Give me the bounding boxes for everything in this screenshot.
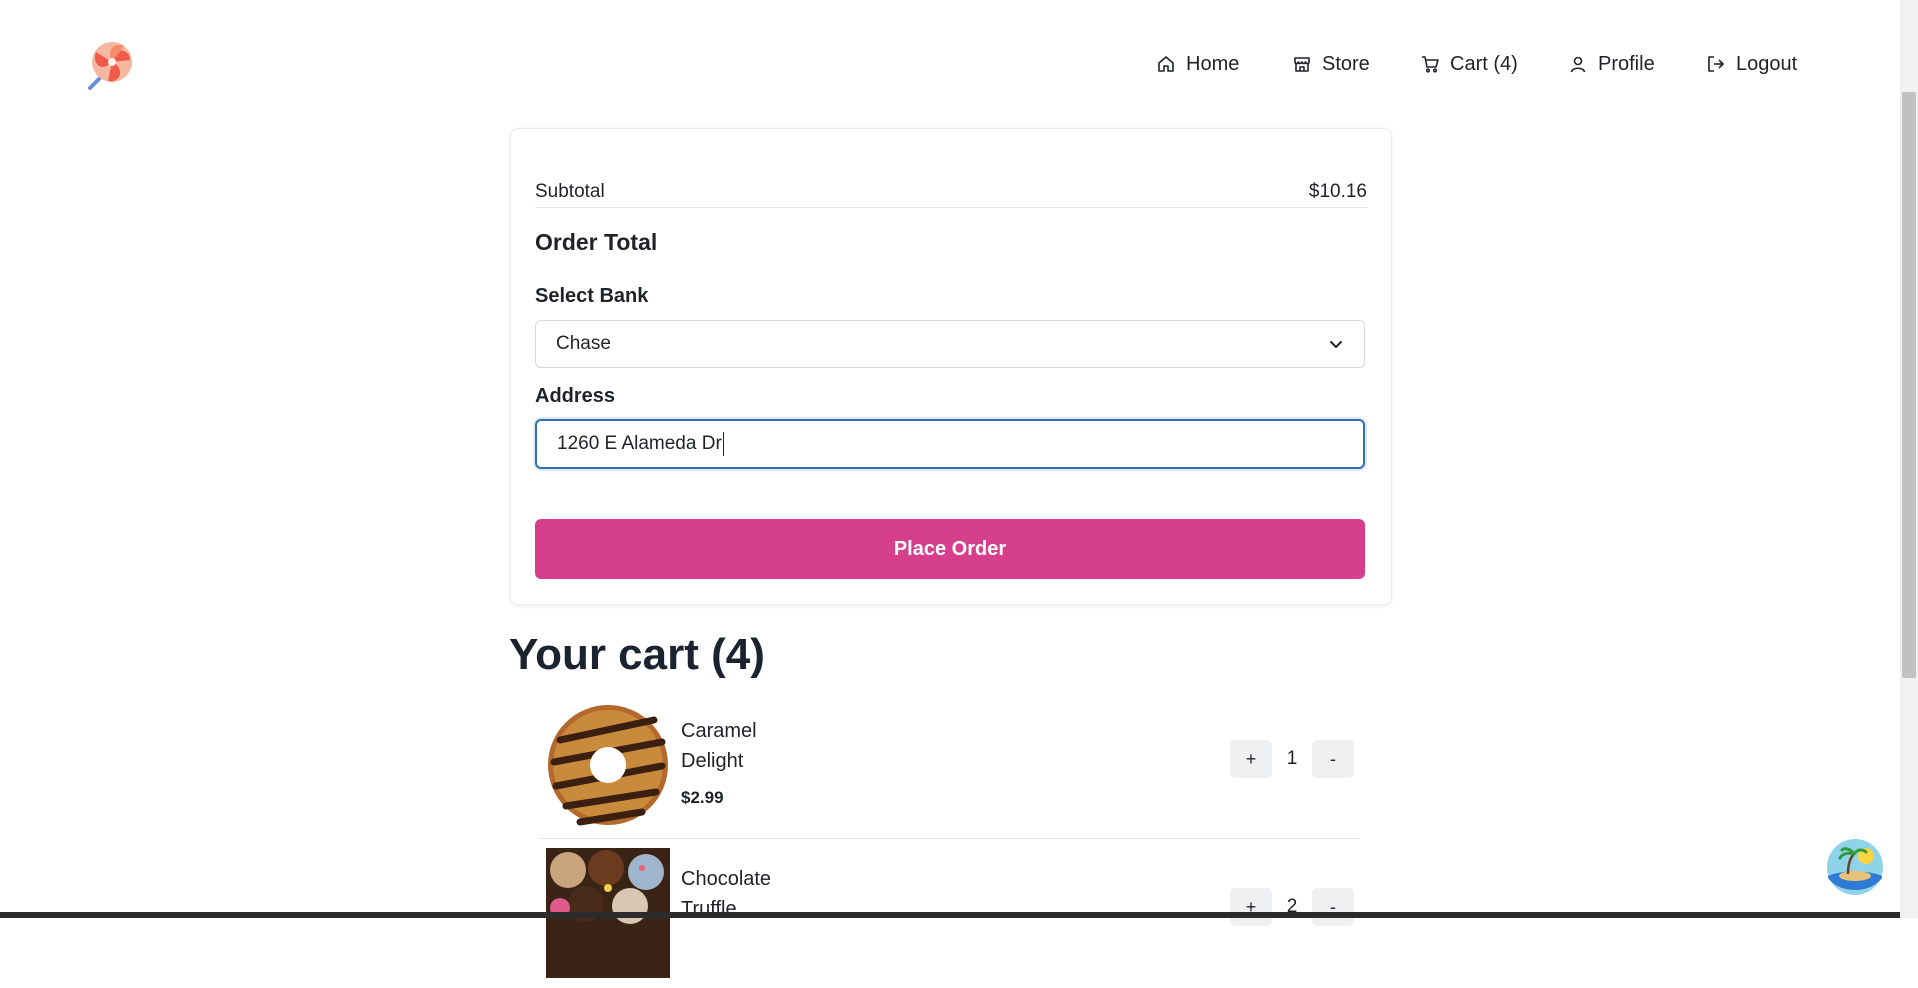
nav-profile-label: Profile — [1598, 52, 1655, 75]
subtotal-label: Subtotal — [535, 181, 605, 202]
home-icon — [1158, 56, 1174, 72]
item-price: $2.99 — [681, 788, 724, 807]
item-divider — [540, 838, 1360, 839]
nav-logout-label: Logout — [1736, 52, 1798, 75]
item-name: Caramel Delight — [681, 720, 757, 772]
cart-item: Chocolate Truffle + 2 - — [540, 848, 1360, 988]
bank-select[interactable]: Chase — [535, 320, 1365, 368]
nav-logout[interactable]: Logout — [1706, 48, 1797, 80]
nav-home-label: Home — [1186, 52, 1240, 75]
chevron-down-icon — [1330, 341, 1342, 348]
order-total-heading: Order Total — [535, 229, 658, 255]
nav-cart[interactable]: Cart (4) — [1420, 48, 1518, 80]
place-order-button[interactable]: Place Order — [535, 519, 1365, 579]
nav-store-label: Store — [1322, 52, 1370, 75]
increase-qty-button[interactable]: + — [1230, 740, 1272, 778]
user-icon — [1570, 56, 1586, 73]
text-caret — [722, 432, 724, 456]
bottom-edge-bar — [0, 912, 1900, 918]
decrease-qty-button[interactable]: - — [1312, 740, 1354, 778]
lollipop-logo[interactable] — [86, 38, 138, 90]
assistant-bubble-icon[interactable] — [1826, 838, 1884, 896]
store-icon — [1294, 57, 1310, 72]
cart-icon — [1422, 56, 1439, 73]
cart-title: Your cart (4) — [509, 630, 765, 679]
page-scrollbar[interactable] — [1900, 0, 1918, 918]
scrollbar-thumb[interactable] — [1902, 92, 1916, 678]
bank-label: Select Bank — [535, 285, 649, 307]
cart-item: Caramel Delight $2.99 + 1 - — [540, 700, 1360, 840]
nav-cart-label: Cart (4) — [1450, 52, 1518, 75]
decrease-qty-button[interactable]: - — [1312, 888, 1354, 926]
quantity-stepper: + 1 - — [1230, 740, 1354, 778]
nav-home[interactable]: Home — [1156, 48, 1239, 80]
address-input[interactable]: 1260 E Alameda Dr — [535, 419, 1365, 469]
qty-value: 1 — [1286, 748, 1298, 769]
increase-qty-button[interactable]: + — [1230, 888, 1272, 926]
caramel-delight-image — [548, 705, 668, 826]
bank-select-value: Chase — [556, 333, 611, 354]
subtotal-row: Subtotal $10.16 — [535, 181, 1367, 208]
quantity-stepper: + 2 - — [1230, 888, 1354, 926]
nav-profile[interactable]: Profile — [1568, 48, 1655, 80]
checkout-card: Subtotal $10.16 Order Total Select Bank … — [510, 128, 1392, 605]
logout-icon — [1708, 56, 1724, 72]
nav-store[interactable]: Store — [1292, 48, 1370, 80]
address-label: Address — [535, 385, 616, 407]
subtotal-value: $10.16 — [1308, 181, 1367, 202]
address-input-value: 1260 E Alameda Dr — [557, 433, 722, 454]
